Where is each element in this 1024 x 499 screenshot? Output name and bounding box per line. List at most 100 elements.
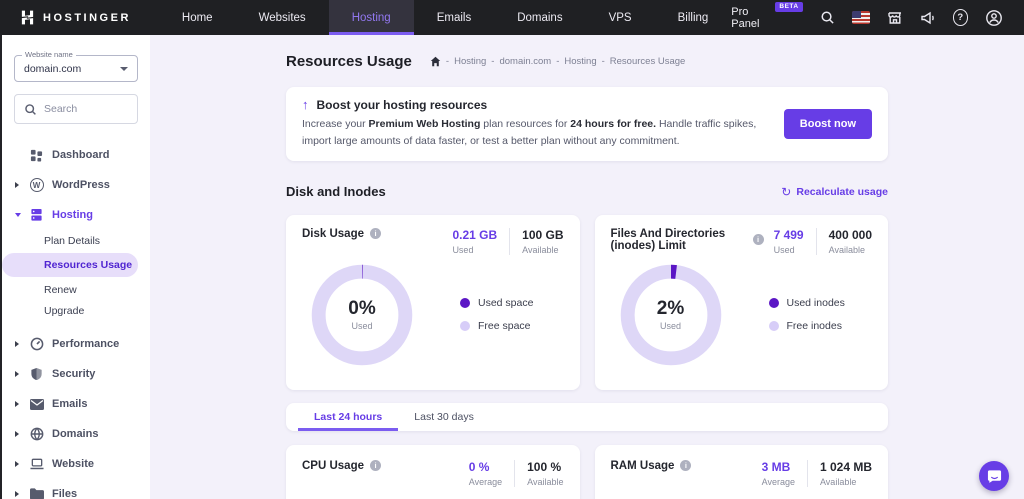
nav-item-home[interactable]: Home <box>159 0 236 35</box>
card-title: CPU Usage <box>302 459 364 472</box>
sidebar-subitem-resources-usage[interactable]: Resources Usage <box>2 253 138 277</box>
performance-icon <box>29 337 44 352</box>
disk-percent: 0% <box>348 298 376 320</box>
sidebar-item-label: Domains <box>52 428 99 440</box>
section-title: Disk and Inodes <box>286 184 386 200</box>
chevron-right-icon <box>15 341 19 347</box>
sidebar-subitem-plan-details[interactable]: Plan Details <box>0 230 150 251</box>
sidebar-item-performance[interactable]: Performance <box>0 329 150 359</box>
inodes-limit-card: Files And Directories (inodes) Limit i 7… <box>594 214 888 390</box>
hosting-server-icon <box>29 208 44 223</box>
wordpress-icon: W <box>29 178 44 193</box>
breadcrumb-hosting[interactable]: Hosting <box>454 56 486 67</box>
chevron-right-icon <box>15 491 19 497</box>
inodes-percent-label: Used <box>659 321 681 332</box>
sidebar-item-label: Website <box>52 458 94 470</box>
website-selector-value: domain.com <box>24 62 82 75</box>
info-icon[interactable]: i <box>370 460 381 472</box>
search-icon[interactable] <box>820 10 835 25</box>
sidebar-item-label: Dashboard <box>52 149 110 161</box>
dashboard-icon <box>29 148 44 163</box>
sidebar-item-security[interactable]: Security <box>0 359 150 389</box>
sidebar-item-hosting[interactable]: Hosting <box>0 200 150 230</box>
tab-last-24-hours[interactable]: Last 24 hours <box>298 403 398 431</box>
nav-item-billing[interactable]: Billing <box>655 0 732 35</box>
account-icon[interactable] <box>985 9 1003 27</box>
nav-item-vps[interactable]: VPS <box>586 0 655 35</box>
legend-label: Free space <box>478 320 531 333</box>
crumb-separator: - <box>491 55 495 67</box>
sidebar-item-wordpress[interactable]: W WordPress <box>0 170 150 200</box>
breadcrumb-hosting-2[interactable]: Hosting <box>564 56 596 67</box>
search-input[interactable] <box>44 103 132 115</box>
refresh-icon: ↻ <box>781 184 792 199</box>
tab-last-30-days[interactable]: Last 30 days <box>398 403 490 431</box>
brand-name: HOSTINGER <box>43 11 131 24</box>
nav-item-websites[interactable]: Websites <box>236 0 329 35</box>
nav-item-emails[interactable]: Emails <box>414 0 495 35</box>
megaphone-icon[interactable] <box>920 10 936 26</box>
recalculate-usage-link[interactable]: ↻ Recalculate usage <box>781 185 888 199</box>
storefront-icon[interactable] <box>887 10 903 26</box>
sidebar-subitem-upgrade[interactable]: Upgrade <box>0 300 150 321</box>
chevron-down-icon <box>15 213 21 217</box>
free-inodes-dot <box>768 321 779 332</box>
folder-icon <box>29 487 44 499</box>
ram-available-value: 1 024 MB <box>819 459 872 474</box>
legend-label: Used inodes <box>786 297 845 310</box>
info-icon[interactable]: i <box>370 228 382 240</box>
sidebar-subitem-renew[interactable]: Renew <box>0 279 150 300</box>
hostinger-logo[interactable]: HOSTINGER <box>0 10 159 25</box>
sidebar-item-domains[interactable]: Domains <box>0 419 150 449</box>
sidebar-search[interactable] <box>14 94 138 124</box>
sidebar-item-website[interactable]: Website <box>0 449 150 479</box>
chat-icon <box>987 469 1002 484</box>
sidebar-item-label: Security <box>52 368 96 380</box>
legend-label: Used space <box>478 297 534 310</box>
disk-percent-label: Used <box>351 321 373 332</box>
page-title: Resources Usage <box>286 52 412 70</box>
sidebar-item-files[interactable]: Files <box>0 479 150 499</box>
time-range-tabs: Last 24 hours Last 30 days <box>286 402 888 431</box>
sidebar-item-label: Emails <box>52 398 88 410</box>
ram-available-label: Available <box>819 476 857 487</box>
sidebar-item-label: WordPress <box>52 179 110 191</box>
crumb-separator: - <box>556 55 560 67</box>
breadcrumb-resources-usage[interactable]: Resources Usage <box>610 56 686 67</box>
top-navbar: HOSTINGER Home Websites Hosting Emails D… <box>0 0 1024 35</box>
disk-available-value: 100 GB <box>522 227 564 242</box>
crumb-separator: - <box>601 55 605 67</box>
info-icon[interactable]: i <box>680 460 692 472</box>
disk-usage-donut-chart: 0% Used <box>310 263 414 367</box>
pro-panel-link[interactable]: Pro Panel BETA <box>731 1 803 30</box>
main-nav: Home Websites Hosting Emails Domains VPS… <box>159 0 731 35</box>
free-space-dot <box>460 321 470 332</box>
inodes-available-value: 400 000 <box>828 227 872 242</box>
cpu-available-value: 100 % <box>527 459 562 474</box>
search-icon <box>24 103 37 116</box>
chevron-right-icon <box>15 371 19 377</box>
language-flag-icon[interactable] <box>851 11 870 24</box>
boost-now-button[interactable]: Boost now <box>783 108 872 139</box>
sidebar-item-emails[interactable]: Emails <box>0 389 150 419</box>
disk-available-label: Available <box>522 244 559 255</box>
info-icon[interactable]: i <box>752 234 764 246</box>
sidebar-item-label: Hosting <box>52 209 93 221</box>
nav-item-hosting[interactable]: Hosting <box>328 0 414 35</box>
boost-banner: ↑ Boost your hosting resources Increase … <box>286 87 888 161</box>
sidebar-item-dashboard[interactable]: Dashboard <box>0 140 150 170</box>
disk-used-value: 0.21 GB <box>452 227 498 242</box>
chat-button[interactable] <box>979 461 1009 491</box>
sidebar-item-label: Files <box>52 488 78 499</box>
nav-item-domains[interactable]: Domains <box>494 0 585 35</box>
chevron-right-icon <box>15 461 19 467</box>
home-icon[interactable] <box>430 56 441 67</box>
recalculate-label: Recalculate usage <box>796 185 888 198</box>
breadcrumb-domain[interactable]: domain.com <box>499 56 551 67</box>
sidebar: Website name domain.com Dashboard W <box>0 35 150 499</box>
card-title: RAM Usage <box>610 459 675 472</box>
website-selector[interactable]: Website name domain.com <box>14 50 138 82</box>
help-icon[interactable]: ? <box>952 9 968 26</box>
sidebar-nav: Dashboard W WordPress Hosting Plan Detai… <box>0 140 150 499</box>
cpu-available-label: Available <box>527 476 564 487</box>
